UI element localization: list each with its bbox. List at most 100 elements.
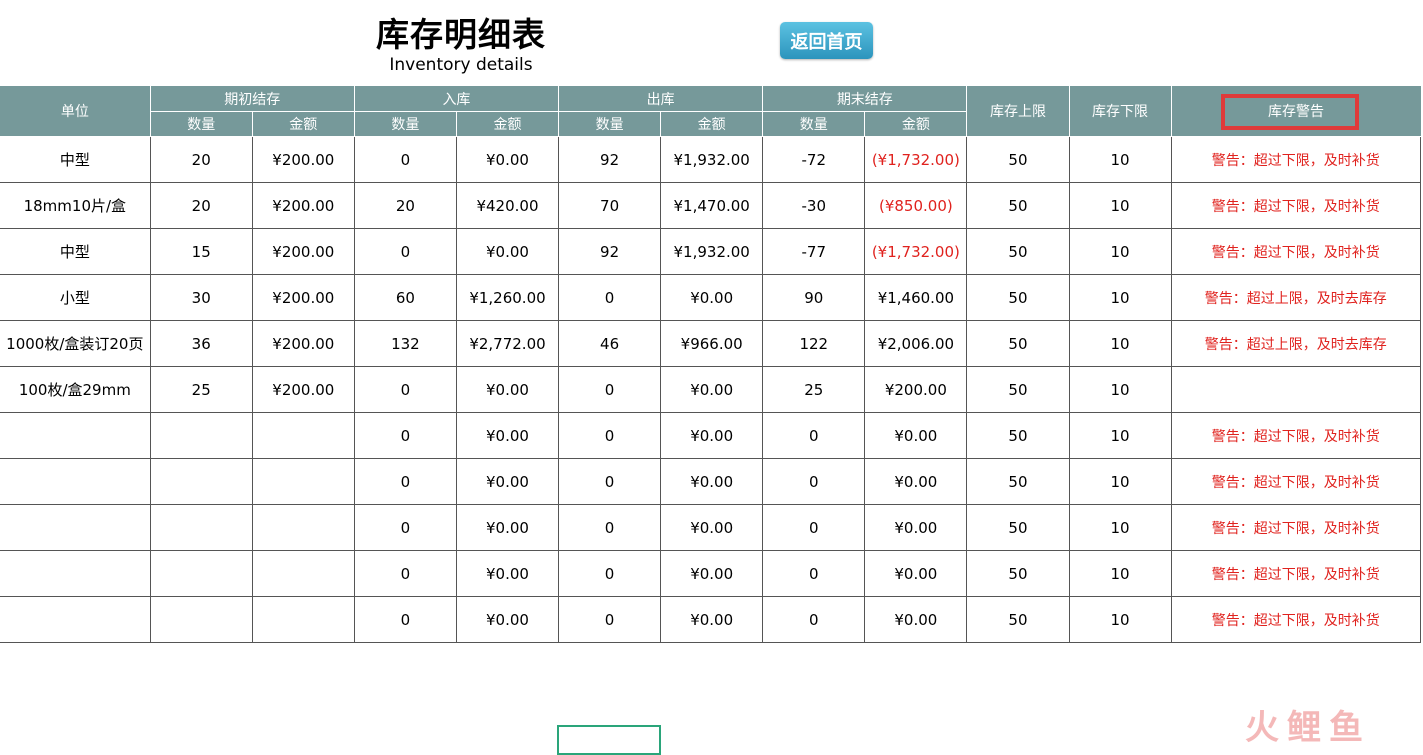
- cell-opening-amount[interactable]: ¥200.00: [251, 366, 355, 413]
- cell-opening-qty[interactable]: [149, 412, 253, 459]
- cell-lower-limit[interactable]: 10: [1068, 550, 1172, 597]
- cell-upper-limit[interactable]: 50: [966, 366, 1069, 413]
- cell-lower-limit[interactable]: 10: [1068, 136, 1172, 183]
- cell-closing-amount[interactable]: ¥200.00: [864, 366, 967, 413]
- cell-warning[interactable]: 警告：超过上限，及时去库存: [1170, 320, 1422, 367]
- cell-upper-limit[interactable]: 50: [966, 228, 1069, 275]
- cell-opening-qty[interactable]: 20: [149, 136, 253, 183]
- cell-upper-limit[interactable]: 50: [966, 412, 1069, 459]
- cell-closing-qty[interactable]: 0: [762, 412, 865, 459]
- cell-inbound-amount[interactable]: ¥0.00: [455, 412, 559, 459]
- cell-lower-limit[interactable]: 10: [1068, 228, 1172, 275]
- cell-lower-limit[interactable]: 10: [1068, 320, 1172, 367]
- cell-lower-limit[interactable]: 10: [1068, 596, 1172, 643]
- cell-opening-amount[interactable]: [251, 504, 355, 551]
- cell-closing-qty[interactable]: 90: [762, 274, 865, 321]
- cell-upper-limit[interactable]: 50: [966, 320, 1069, 367]
- cell-upper-limit[interactable]: 50: [966, 136, 1069, 183]
- cell-closing-qty[interactable]: 0: [762, 550, 865, 597]
- cell-upper-limit[interactable]: 50: [966, 274, 1069, 321]
- cell-inbound-qty[interactable]: 0: [353, 596, 457, 643]
- cell-warning[interactable]: 警告：超过下限，及时补货: [1170, 504, 1422, 551]
- cell-outbound-qty[interactable]: 0: [558, 596, 661, 643]
- cell-opening-amount[interactable]: [251, 412, 355, 459]
- cell-inbound-qty[interactable]: 0: [353, 366, 457, 413]
- cell-inbound-amount[interactable]: ¥0.00: [455, 596, 559, 643]
- cell-opening-amount[interactable]: [251, 596, 355, 643]
- cell-inbound-amount[interactable]: ¥2,772.00: [455, 320, 559, 367]
- cell-closing-qty[interactable]: -30: [762, 182, 865, 229]
- cell-inbound-amount[interactable]: ¥0.00: [455, 228, 559, 275]
- cell-warning[interactable]: 警告：超过上限，及时去库存: [1170, 274, 1422, 321]
- cell-warning[interactable]: 警告：超过下限，及时补货: [1170, 550, 1422, 597]
- cell-inbound-qty[interactable]: 20: [353, 182, 457, 229]
- cell-outbound-amount[interactable]: ¥0.00: [660, 596, 763, 643]
- cell-opening-qty[interactable]: 15: [149, 228, 253, 275]
- cell-opening-qty[interactable]: 25: [149, 366, 253, 413]
- cell-warning[interactable]: [1170, 366, 1422, 413]
- cell-closing-qty[interactable]: -77: [762, 228, 865, 275]
- cell-closing-amount[interactable]: ¥0.00: [864, 596, 967, 643]
- cell-warning[interactable]: 警告：超过下限，及时补货: [1170, 182, 1422, 229]
- cell-lower-limit[interactable]: 10: [1068, 366, 1172, 413]
- home-button[interactable]: 返回首页: [780, 22, 873, 59]
- cell-unit[interactable]: 中型: [0, 136, 151, 183]
- cell-unit[interactable]: [0, 550, 151, 597]
- cell-outbound-amount[interactable]: ¥0.00: [660, 458, 763, 505]
- cell-closing-amount[interactable]: ¥0.00: [864, 458, 967, 505]
- cell-unit[interactable]: 18mm10片/盒: [0, 182, 151, 229]
- cell-closing-qty[interactable]: 122: [762, 320, 865, 367]
- cell-closing-amount[interactable]: (¥1,732.00): [864, 228, 967, 275]
- cell-closing-qty[interactable]: -72: [762, 136, 865, 183]
- cell-inbound-amount[interactable]: ¥0.00: [455, 504, 559, 551]
- cell-inbound-qty[interactable]: 0: [353, 412, 457, 459]
- cell-opening-qty[interactable]: [149, 596, 253, 643]
- cell-outbound-amount[interactable]: ¥0.00: [660, 274, 763, 321]
- cell-closing-amount[interactable]: (¥850.00): [864, 182, 967, 229]
- cell-inbound-qty[interactable]: 0: [353, 228, 457, 275]
- cell-opening-amount[interactable]: [251, 458, 355, 505]
- cell-outbound-qty[interactable]: 0: [558, 504, 661, 551]
- cell-lower-limit[interactable]: 10: [1068, 412, 1172, 459]
- cell-outbound-qty[interactable]: 92: [558, 228, 661, 275]
- cell-unit[interactable]: [0, 504, 151, 551]
- cell-outbound-amount[interactable]: ¥0.00: [660, 412, 763, 459]
- cell-unit[interactable]: [0, 596, 151, 643]
- cell-inbound-amount[interactable]: ¥0.00: [455, 366, 559, 413]
- cell-lower-limit[interactable]: 10: [1068, 458, 1172, 505]
- cell-outbound-amount[interactable]: ¥0.00: [660, 504, 763, 551]
- cell-outbound-qty[interactable]: 70: [558, 182, 661, 229]
- cell-unit[interactable]: 小型: [0, 274, 151, 321]
- cell-inbound-amount[interactable]: ¥0.00: [455, 458, 559, 505]
- cell-unit[interactable]: [0, 458, 151, 505]
- cell-outbound-qty[interactable]: 0: [558, 550, 661, 597]
- cell-inbound-qty[interactable]: 0: [353, 136, 457, 183]
- cell-opening-qty[interactable]: [149, 550, 253, 597]
- cell-warning[interactable]: 警告：超过下限，及时补货: [1170, 458, 1422, 505]
- cell-opening-amount[interactable]: ¥200.00: [251, 136, 355, 183]
- cell-unit[interactable]: 1000枚/盒装订20页: [0, 320, 151, 367]
- cell-outbound-amount[interactable]: ¥0.00: [660, 366, 763, 413]
- cell-inbound-qty[interactable]: 0: [353, 458, 457, 505]
- cell-warning[interactable]: 警告：超过下限，及时补货: [1170, 596, 1422, 643]
- cell-opening-qty[interactable]: 30: [149, 274, 253, 321]
- cell-inbound-qty[interactable]: 132: [353, 320, 457, 367]
- cell-opening-qty[interactable]: 20: [149, 182, 253, 229]
- cell-closing-qty[interactable]: 0: [762, 504, 865, 551]
- cell-closing-amount[interactable]: ¥0.00: [864, 550, 967, 597]
- cell-outbound-qty[interactable]: 0: [558, 412, 661, 459]
- cell-outbound-qty[interactable]: 0: [558, 366, 661, 413]
- cell-outbound-amount[interactable]: ¥1,932.00: [660, 136, 763, 183]
- cell-upper-limit[interactable]: 50: [966, 550, 1069, 597]
- cell-inbound-amount[interactable]: ¥420.00: [455, 182, 559, 229]
- cell-lower-limit[interactable]: 10: [1068, 182, 1172, 229]
- cell-opening-amount[interactable]: ¥200.00: [251, 182, 355, 229]
- cell-inbound-qty[interactable]: 60: [353, 274, 457, 321]
- cell-lower-limit[interactable]: 10: [1068, 274, 1172, 321]
- cell-upper-limit[interactable]: 50: [966, 596, 1069, 643]
- cell-inbound-qty[interactable]: 0: [353, 550, 457, 597]
- cell-opening-amount[interactable]: ¥200.00: [251, 320, 355, 367]
- cell-upper-limit[interactable]: 50: [966, 458, 1069, 505]
- cell-closing-amount[interactable]: ¥0.00: [864, 412, 967, 459]
- cell-closing-qty[interactable]: 0: [762, 596, 865, 643]
